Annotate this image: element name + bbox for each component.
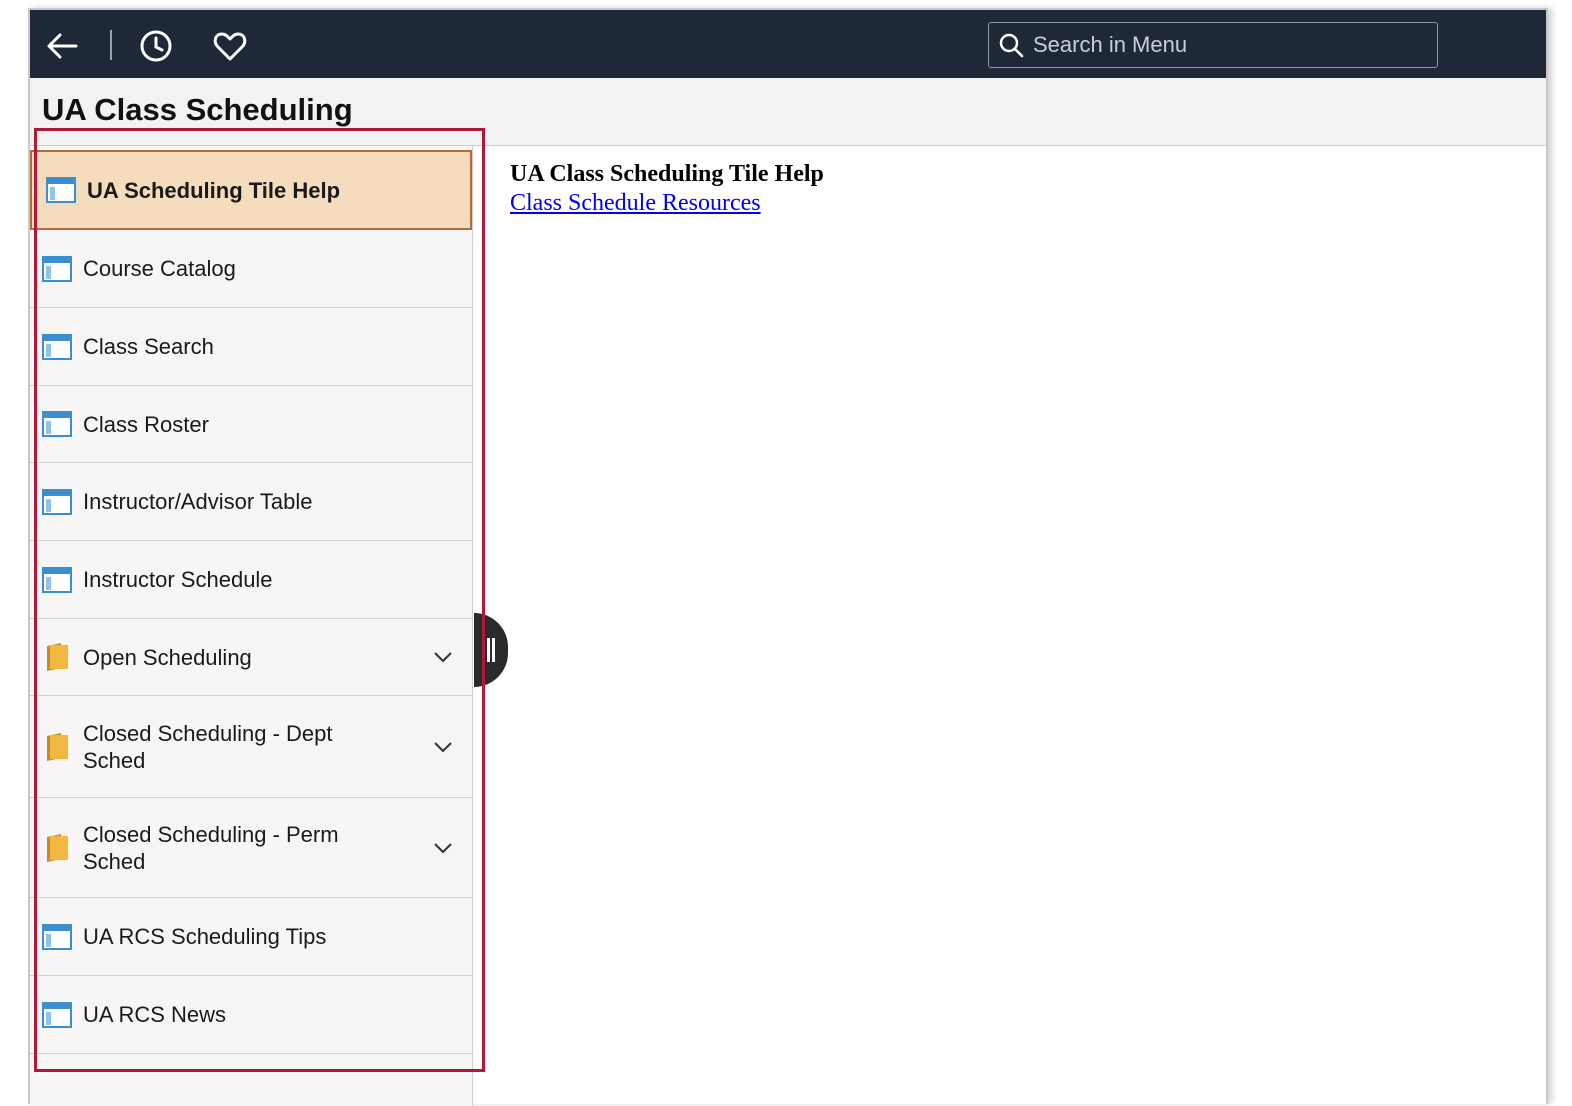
back-arrow-icon[interactable]: [42, 26, 82, 66]
chevron-down-icon[interactable]: [432, 736, 454, 758]
drag-handle-icon: [487, 638, 495, 662]
top-navigation-bar: [30, 10, 1546, 78]
chevron-down-icon[interactable]: [432, 646, 454, 668]
app-window: UA Class Scheduling UA Scheduling Tile H…: [28, 8, 1548, 1106]
folder-icon: [42, 733, 72, 761]
sidebar-item-label: UA RCS Scheduling Tips: [83, 924, 327, 949]
folder-icon: [42, 643, 72, 671]
sidebar-item-label: UA Scheduling Tile Help: [87, 178, 341, 203]
sidebar-item-ua-rcs-news[interactable]: UA RCS News: [30, 976, 472, 1054]
page-icon: [42, 923, 72, 951]
sidebar-item-ua-rcs-scheduling-tips[interactable]: UA RCS Scheduling Tips: [30, 898, 472, 976]
sidebar-item-class-roster[interactable]: Class Roster: [30, 386, 472, 463]
sidebar-item-label: Closed Scheduling - Dept Sched: [83, 721, 333, 773]
page-title: UA Class Scheduling: [42, 92, 353, 127]
sidebar-item-label: UA RCS News: [83, 1002, 227, 1027]
page-icon: [42, 488, 72, 516]
page-icon: [42, 333, 72, 361]
search-icon: [989, 23, 1033, 67]
sidebar-item-label: Instructor Schedule: [83, 567, 273, 592]
page-icon: [42, 410, 72, 438]
sidebar-item-label: Course Catalog: [83, 256, 236, 281]
page-title-bar: UA Class Scheduling: [30, 78, 1546, 146]
sidebar-item-closed-scheduling-dept-sched[interactable]: Closed Scheduling - Dept Sched: [30, 696, 472, 798]
class-schedule-resources-link[interactable]: Class Schedule Resources: [510, 188, 761, 218]
page-icon: [42, 1001, 72, 1029]
sidebar-item-course-catalog[interactable]: Course Catalog: [30, 230, 472, 308]
sidebar-item-instructor-schedule[interactable]: Instructor Schedule: [30, 541, 472, 619]
sidebar-item-open-scheduling[interactable]: Open Scheduling: [30, 619, 472, 696]
favorites-heart-icon[interactable]: [210, 26, 250, 66]
content-heading: UA Class Scheduling Tile Help: [510, 161, 824, 187]
page-icon: [42, 566, 72, 594]
sidebar-item-label: Open Scheduling: [83, 645, 252, 670]
toolbar-divider: [110, 30, 112, 60]
sidebar-navigation: UA Scheduling Tile Help Course Catalog C…: [30, 146, 473, 1106]
main-content: UA Class Scheduling Tile Help Class Sche…: [510, 160, 824, 218]
page-icon: [46, 176, 76, 204]
search-input[interactable]: [1033, 25, 1437, 65]
search-menu-box[interactable]: [988, 22, 1438, 68]
history-clock-icon[interactable]: [136, 26, 176, 66]
sidebar-item-class-search[interactable]: Class Search: [30, 308, 472, 386]
sidebar-collapse-handle[interactable]: [474, 613, 508, 687]
sidebar-item-ua-scheduling-tile-help[interactable]: UA Scheduling Tile Help: [30, 150, 472, 230]
sidebar-item-label: Class Search: [83, 334, 214, 359]
page-icon: [42, 255, 72, 283]
sidebar-item-closed-scheduling-perm-sched[interactable]: Closed Scheduling - Perm Sched: [30, 798, 472, 898]
sidebar-item-instructor-advisor-table[interactable]: Instructor/Advisor Table: [30, 463, 472, 541]
sidebar-item-label: Instructor/Advisor Table: [83, 489, 313, 514]
sidebar-item-label: Class Roster: [83, 412, 209, 437]
folder-icon: [42, 834, 72, 862]
sidebar-item-label: Closed Scheduling - Perm Sched: [83, 822, 339, 874]
chevron-down-icon[interactable]: [432, 837, 454, 859]
